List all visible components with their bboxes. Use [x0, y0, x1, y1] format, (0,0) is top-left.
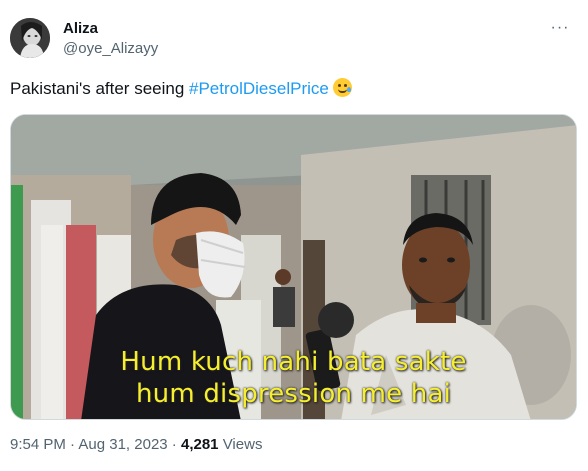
metadata-separator: · [167, 436, 181, 453]
tweet-text: Pakistani's after seeing #PetrolDieselPr… [10, 78, 352, 100]
hashtag-link[interactable]: #PetrolDieselPrice [189, 79, 329, 98]
views-count: 4,281 [180, 436, 219, 453]
video-media[interactable]: Hum kuch nahi bata sakte hum dispression… [10, 114, 577, 420]
display-name[interactable]: Aliza [63, 19, 158, 38]
tweet-date[interactable]: Aug 31, 2023 [78, 436, 167, 453]
face-holding-back-tears-emoji-icon [332, 78, 352, 97]
more-options-button[interactable]: ··· [550, 18, 570, 38]
avatar-image [10, 18, 50, 58]
tweet-card: Aliza @oye_Alizayy ··· Pakistani's after… [0, 0, 588, 471]
metadata-separator: · [65, 436, 79, 453]
more-horizontal-icon: ··· [550, 19, 570, 36]
user-handle[interactable]: @oye_Alizayy [63, 39, 158, 59]
tweet-header: Aliza @oye_Alizayy ··· [10, 14, 578, 62]
user-info: Aliza @oye_Alizayy [63, 19, 158, 59]
avatar[interactable] [10, 18, 50, 58]
tweet-time[interactable]: 9:54 PM [10, 436, 66, 453]
tweet-metadata: 9:54 PM · Aug 31, 2023 · 4,281 Views [10, 435, 262, 455]
tweet-text-prefix: Pakistani's after seeing [10, 79, 190, 98]
video-caption-line-1: Hum kuch nahi bata sakte [120, 347, 467, 377]
video-caption-line-2: hum dispression me hai [135, 379, 452, 409]
views-label: Views [218, 436, 263, 453]
